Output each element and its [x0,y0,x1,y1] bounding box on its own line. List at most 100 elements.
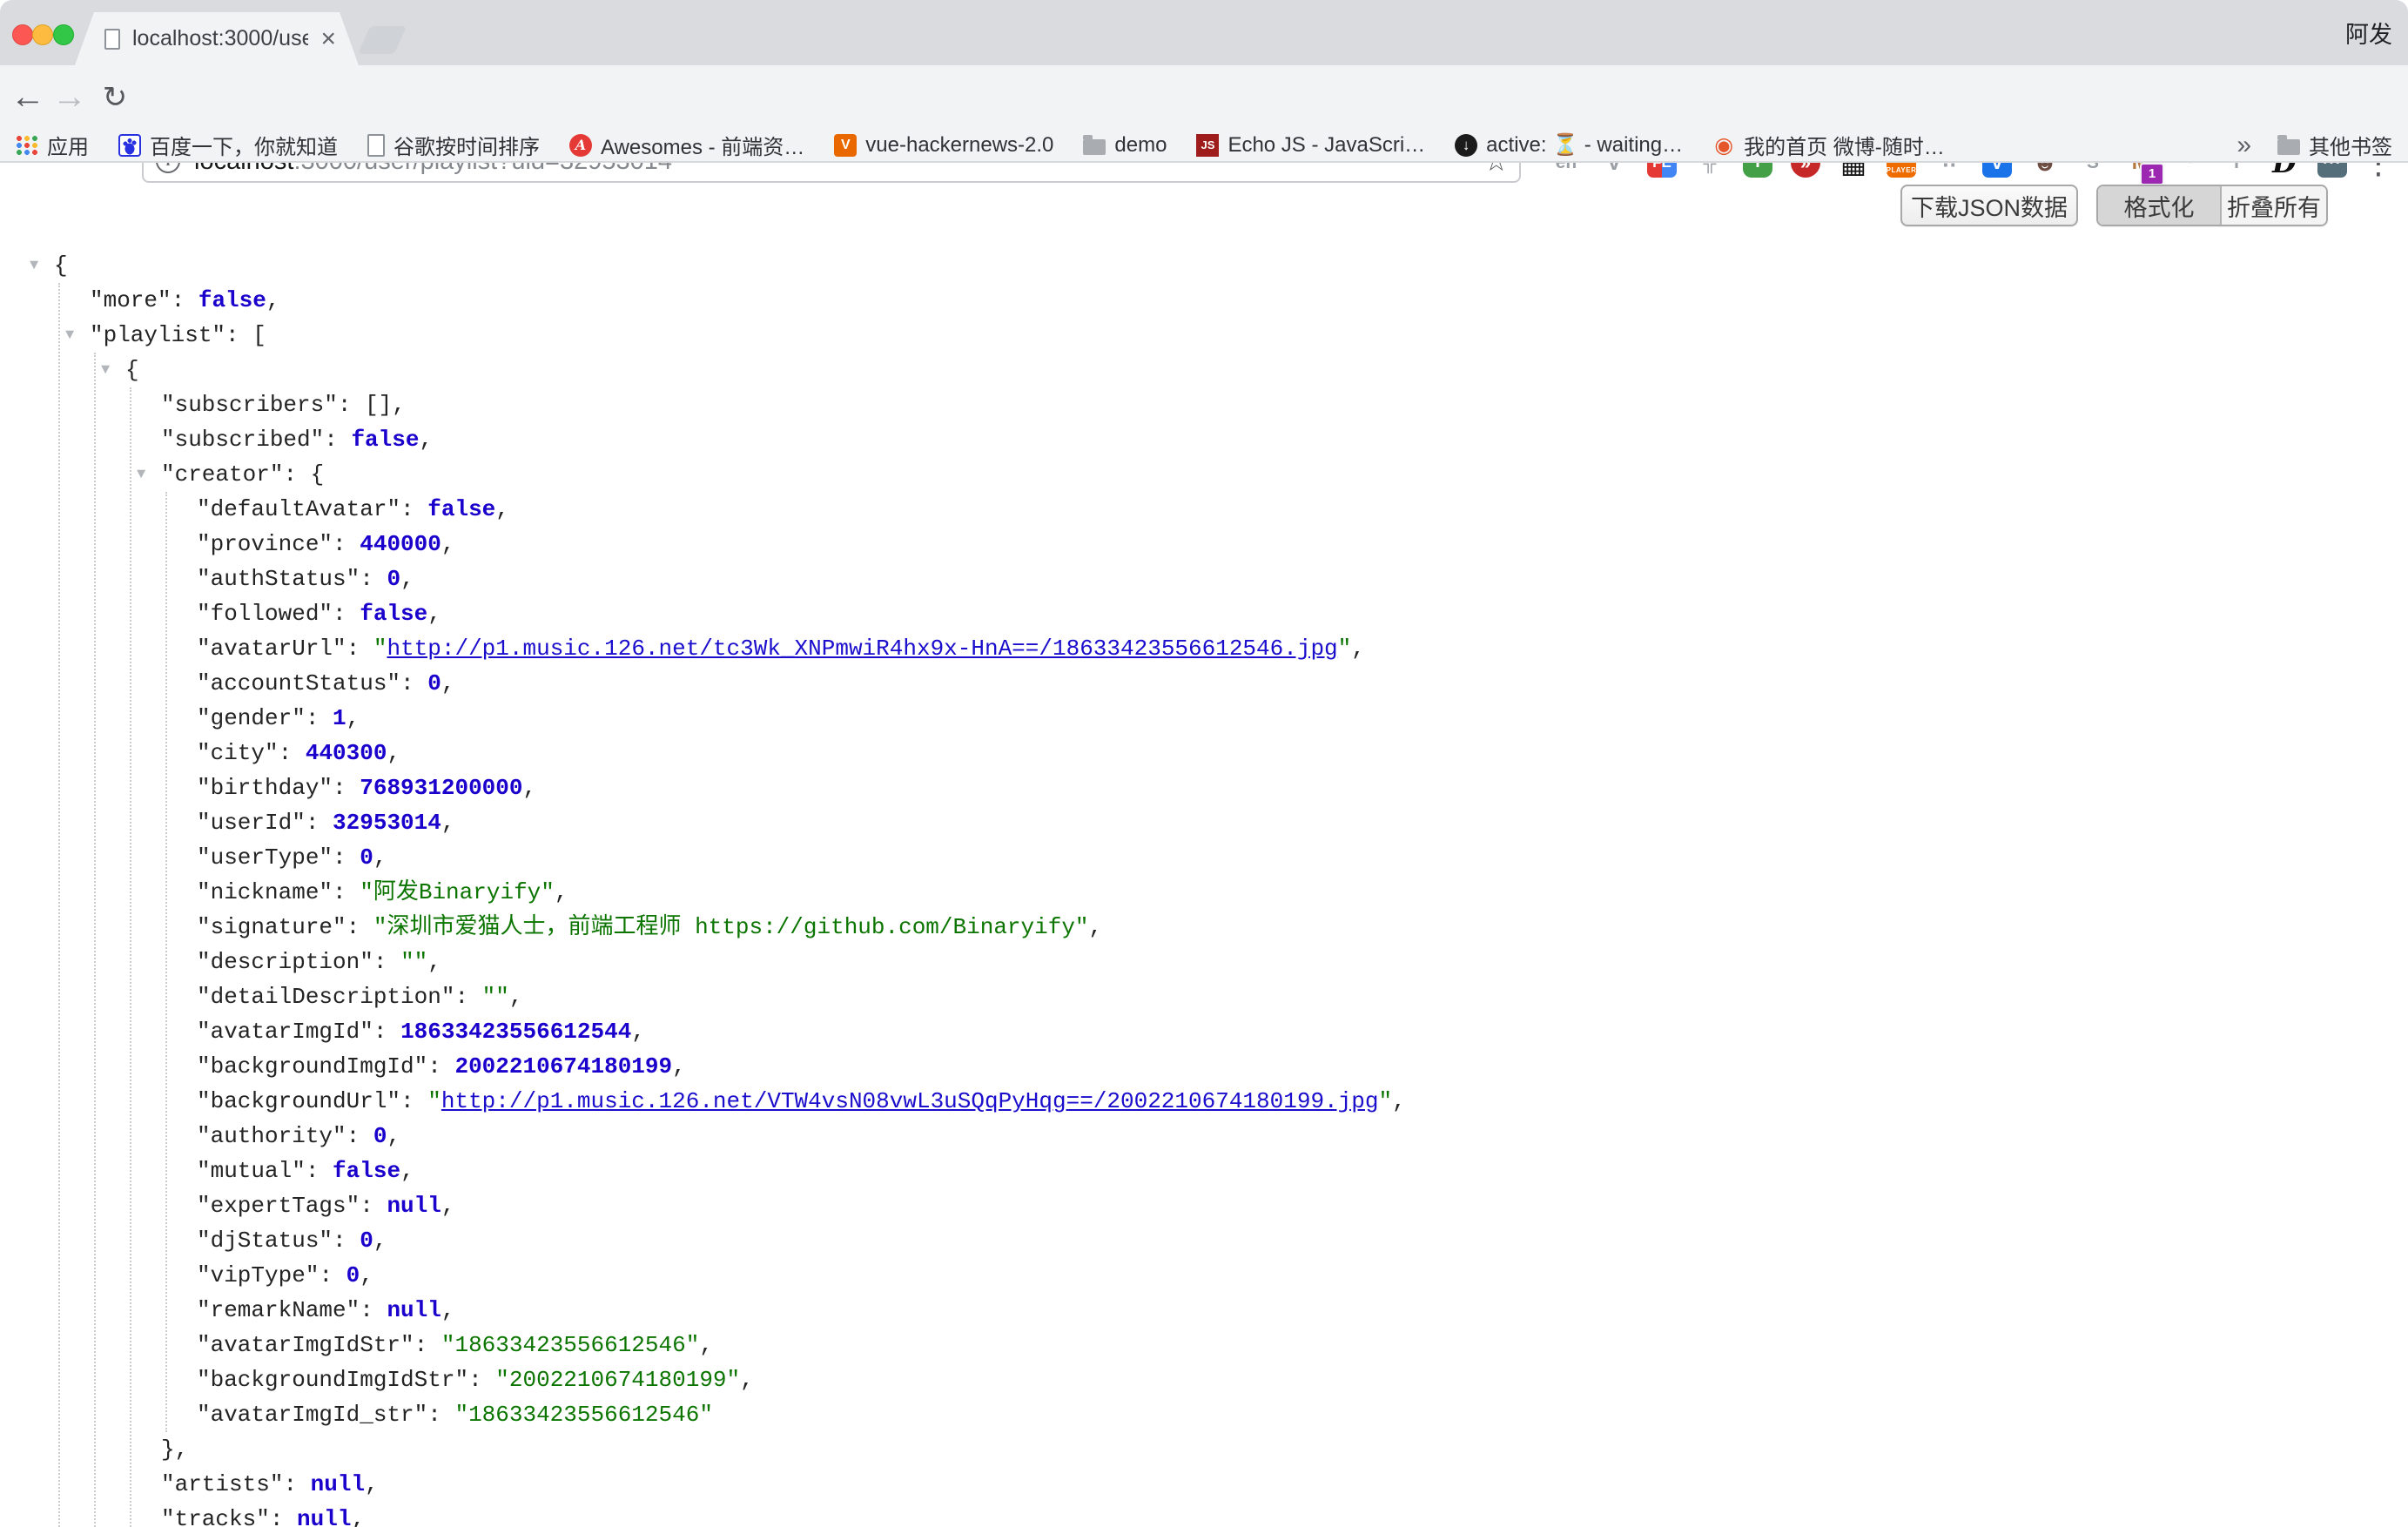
json-punct: , [522,775,536,801]
forward-icon: → [50,65,89,129]
maximize-window-button[interactable] [53,24,74,45]
json-number: 0 [387,566,400,592]
json-key: "accountStatus" [197,670,400,696]
doc-icon [367,134,385,157]
bookmark-item[interactable]: 谷歌按时间排序 [367,130,540,160]
collapse-toggle-icon[interactable]: ▼ [137,457,145,494]
json-punct: , [1351,636,1365,662]
json-punct: { [125,357,139,383]
json-punct: : [346,914,373,940]
json-key: "detailDescription" [197,984,454,1010]
reload-icon[interactable]: ↻ [96,65,134,129]
close-window-button[interactable] [12,24,33,45]
tab-close-icon[interactable]: × [320,26,336,52]
json-key: "avatarUrl" [197,636,346,662]
collapse-toggle-icon[interactable]: ▼ [30,248,38,285]
json-literal: null [297,1506,351,1527]
json-string: "阿发Binaryify" [360,879,555,905]
bookmarks-overflow-icon[interactable]: » [2236,131,2251,160]
bookmark-label: 百度一下，你就知道 [150,130,338,160]
json-row: "avatarImgId_str": "18633423556612546" [0,1397,2408,1432]
json-punct: : [373,949,400,975]
format-button[interactable]: 格式化 [2098,186,2220,225]
json-literal: false [351,427,419,453]
json-number: 2002210674180199 [454,1053,672,1080]
json-punct: }, [161,1436,188,1463]
json-string: "18633423556612546" [441,1332,699,1358]
json-key: "creator" [161,461,283,488]
json-url-link[interactable]: http://p1.music.126.net/tc3Wk_XNPmwiR4hx… [387,636,1337,662]
json-row: "djStatus": 0, [0,1223,2408,1258]
bookmark-item[interactable]: 百度一下，你就知道 [118,130,338,160]
json-punct: , [441,1193,455,1219]
json-punct: : [338,392,365,418]
tab-strip: localhost:3000/user/playlist?ui × 阿发 [0,0,2408,65]
json-row: "authority": 0, [0,1119,2408,1154]
collapse-all-button[interactable]: 折叠所有 [2220,186,2326,225]
json-punct: : [333,601,360,627]
json-key: "tracks" [161,1506,270,1527]
json-punct: : [373,1019,400,1045]
json-punct: , [509,984,523,1010]
active-tab[interactable]: localhost:3000/user/playlist?ui × [75,12,359,65]
json-punct: : [333,1228,360,1254]
json-row: "detailDescription": "", [0,979,2408,1014]
json-row: ▼{ [0,353,2408,387]
extension-caption: PLAYER [1887,163,1917,178]
json-number: 18633423556612544 [400,1019,631,1045]
json-string: "深圳市爱猫人士，前端工程师 https://github.com/Binary… [373,914,1089,940]
bookmark-item[interactable]: 应用 [16,130,89,160]
json-punct: , [373,1228,387,1254]
json-row: "userType": 0, [0,840,2408,875]
json-key: "artists" [161,1471,283,1497]
bookmark-label: Awesomes - 前端资… [601,130,804,160]
json-key: "avatarImgIdStr" [197,1332,414,1358]
json-key: "userId" [197,810,306,836]
json-punct: , [387,1123,400,1149]
json-key: "expertTags" [197,1193,360,1219]
active-icon: ↓ [1455,134,1477,157]
json-punct: : [306,1158,333,1184]
json-key: "subscribed" [161,427,324,453]
json-punct: , [699,1332,713,1358]
json-viewer: ▼{"more": false,▼"playlist": [▼{"subscri… [0,248,2408,1527]
json-number: 0 [346,1262,360,1288]
json-url-link[interactable]: http://p1.music.126.net/VTW4vsN08vwL3uSQ… [441,1088,1379,1114]
bookmark-item[interactable]: JSEcho JS - JavaScri… [1196,133,1425,158]
json-punct: : [172,287,198,313]
vuebm-icon: V [834,134,857,157]
json-key: "avatarImgId" [197,1019,373,1045]
json-punct: : [306,810,333,836]
json-punct: : [319,1262,346,1288]
other-bookmarks-folder[interactable]: 其他书签 [2277,130,2392,160]
bookmark-label: active: ⏳ - waiting… [1486,132,1683,158]
json-row: "backgroundImgId": 2002210674180199, [0,1049,2408,1084]
new-tab-button[interactable] [358,26,407,54]
json-punct: : [346,636,373,662]
bookmark-item[interactable]: demo [1083,133,1167,158]
folder-icon [2277,139,2300,155]
json-row: "backgroundUrl": "http://p1.music.126.ne… [0,1084,2408,1119]
profile-name[interactable]: 阿发 [2345,0,2392,65]
collapse-toggle-icon[interactable]: ▼ [65,318,74,354]
json-number: 32953014 [333,810,441,836]
download-json-button[interactable]: 下载JSON数据 [1900,185,2078,226]
json-string: "2002210674180199" [495,1367,740,1393]
json-punct: [], [365,392,406,418]
json-punct: : [333,775,360,801]
bookmark-item[interactable]: ◉我的首页 微博-随时… [1712,130,1945,160]
extension-badge: 1 [2140,163,2164,185]
browser-window: localhost:3000/user/playlist?ui × 阿发 ← →… [0,0,2408,1527]
bookmark-item[interactable]: ↓ active: ⏳ - waiting… [1455,132,1683,158]
weibobm-icon: ◉ [1712,134,1735,157]
bookmark-item[interactable]: Vvue-hackernews-2.0 [834,133,1053,158]
minimize-window-button[interactable] [32,24,53,45]
bookmark-item[interactable]: AAwesomes - 前端资… [569,130,804,160]
collapse-toggle-icon[interactable]: ▼ [101,353,110,389]
json-key: "backgroundImgIdStr" [197,1367,468,1393]
json-key: "city" [197,740,279,766]
json-punct: : [324,427,351,453]
back-icon[interactable]: ← [9,65,47,129]
json-punct: : [333,531,360,557]
json-row: "signature": "深圳市爱猫人士，前端工程师 https://gith… [0,910,2408,945]
